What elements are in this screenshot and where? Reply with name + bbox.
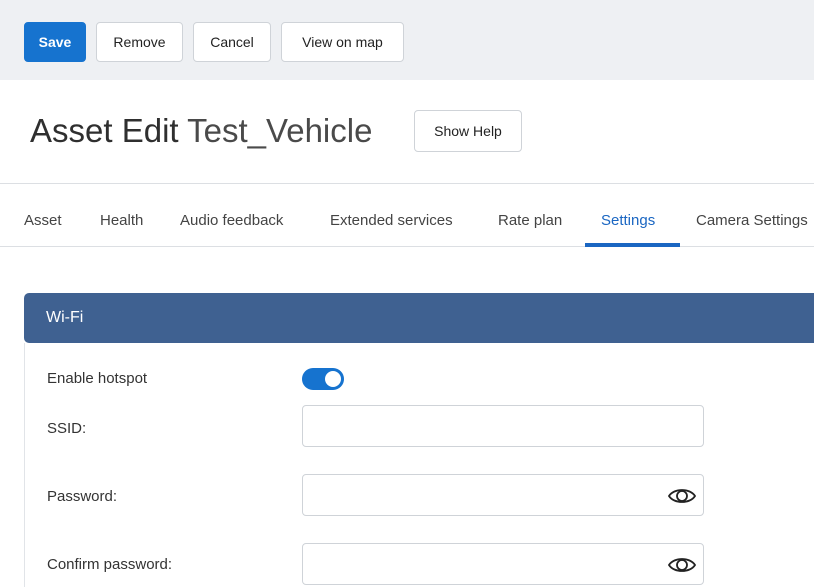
asset-name: Test_Vehicle [187, 112, 373, 149]
page-title: Asset Edit Test_Vehicle [30, 112, 372, 150]
enable-hotspot-toggle[interactable] [302, 368, 344, 390]
password-input[interactable] [302, 474, 704, 516]
show-help-button[interactable]: Show Help [414, 110, 522, 152]
tab-camera-settings[interactable]: Camera Settings [696, 212, 808, 229]
password-label: Password: [47, 488, 118, 505]
tab-rate-plan[interactable]: Rate plan [498, 212, 562, 229]
page-title-prefix: Asset Edit [30, 112, 179, 149]
tab-extended-services[interactable]: Extended services [330, 212, 453, 229]
tab-health[interactable]: Health [100, 212, 143, 229]
wifi-section-title: Wi-Fi [46, 309, 84, 326]
eye-icon[interactable] [667, 485, 697, 507]
confirm-password-label: Confirm password: [47, 556, 173, 573]
wifi-section-header: Wi-Fi [24, 293, 814, 343]
confirm-password-input[interactable] [302, 543, 704, 585]
tab-bar: Asset Health Audio feedback Extended ser… [0, 183, 814, 247]
tab-settings[interactable]: Settings [601, 212, 655, 229]
toggle-knob [325, 371, 341, 387]
action-toolbar: Save Remove Cancel View on map [0, 0, 814, 80]
enable-hotspot-label: Enable hotspot [47, 370, 148, 387]
view-on-map-button[interactable]: View on map [281, 22, 404, 62]
cancel-button[interactable]: Cancel [193, 22, 271, 62]
save-button[interactable]: Save [24, 22, 86, 62]
ssid-label: SSID: [47, 420, 87, 437]
eye-icon[interactable] [667, 554, 697, 576]
tab-asset[interactable]: Asset [24, 212, 62, 229]
ssid-input[interactable] [302, 405, 704, 447]
remove-button[interactable]: Remove [96, 22, 183, 62]
tab-audio-feedback[interactable]: Audio feedback [180, 212, 283, 229]
